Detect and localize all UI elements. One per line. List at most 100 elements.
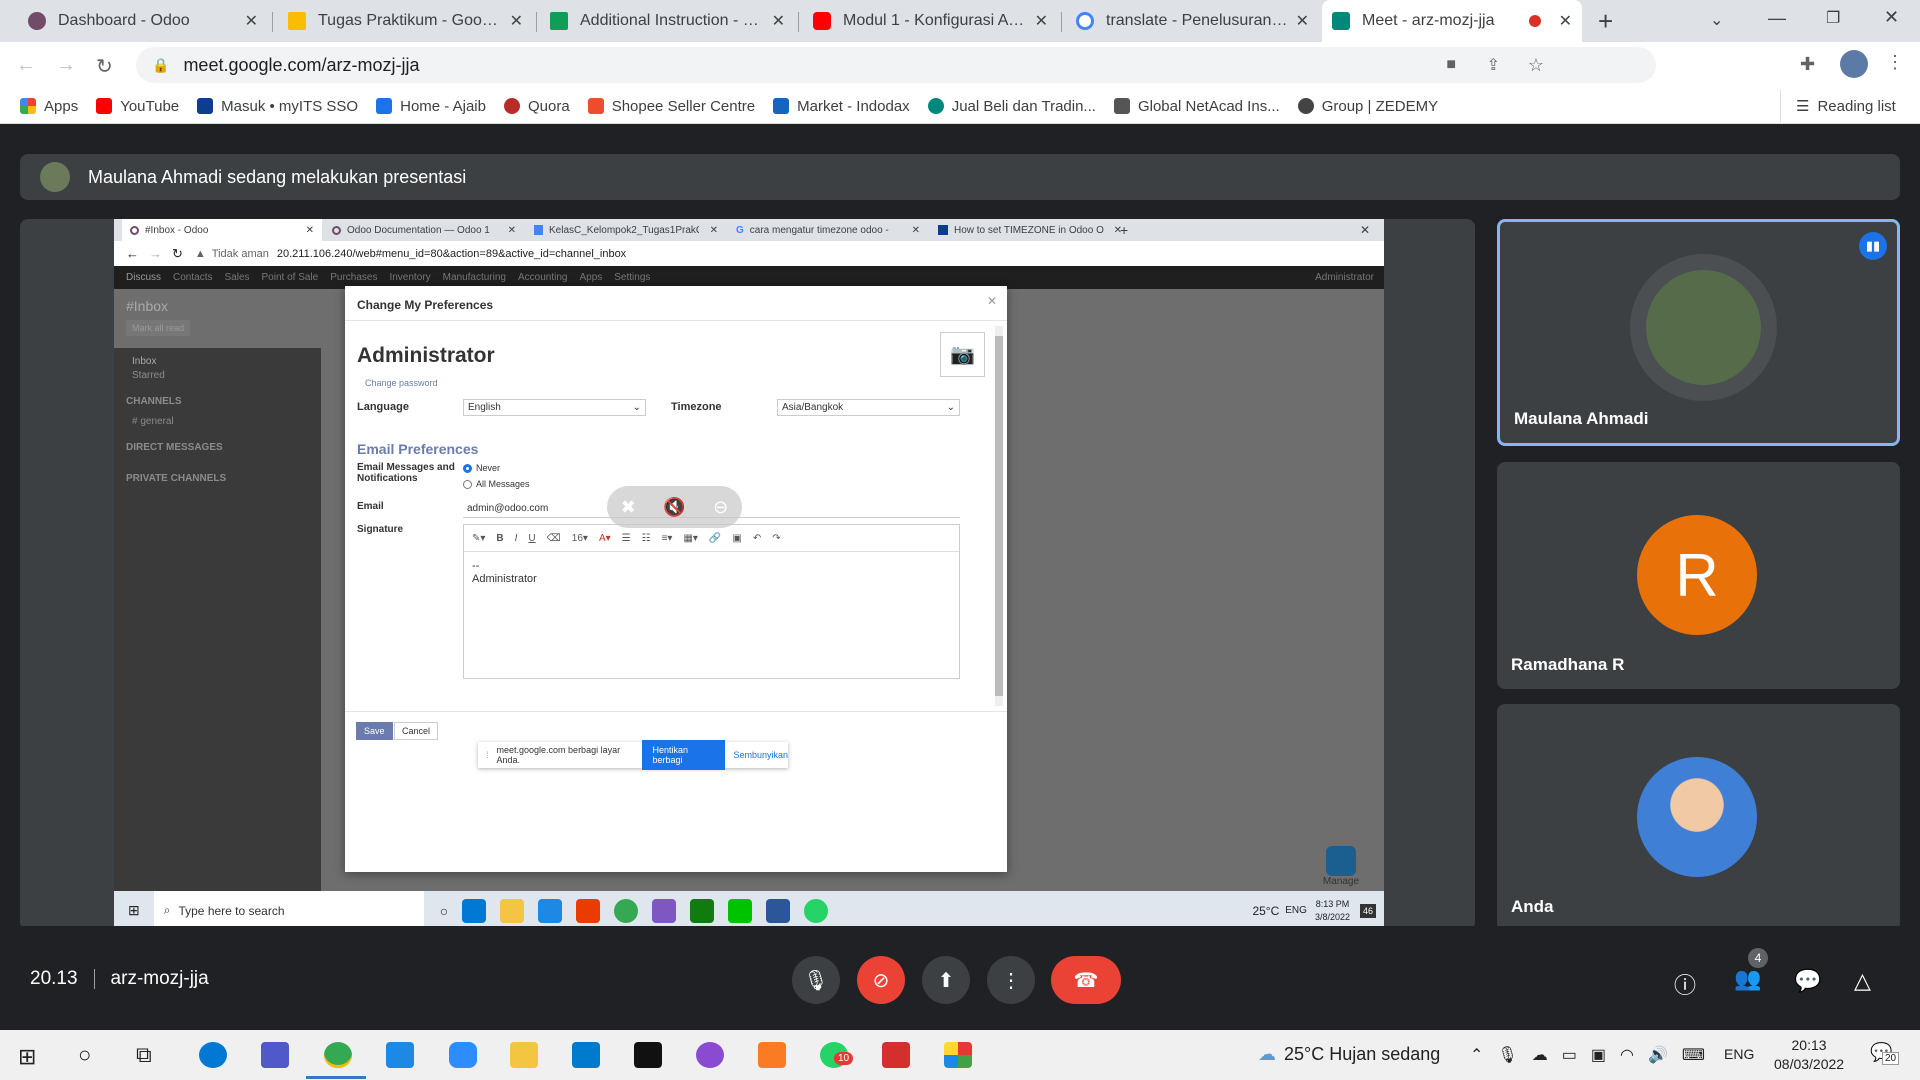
activities-icon[interactable]: △ [1854,968,1871,994]
bookmark-myits[interactable]: Masuk • myITS SSO [197,98,358,115]
close-icon[interactable]: ✕ [1035,11,1048,31]
close-icon[interactable]: ✕ [1296,11,1309,31]
acrobat-icon[interactable] [882,1042,910,1068]
language-select[interactable]: English ⌄ [463,399,646,416]
task-view-icon[interactable]: ⧉ [136,1042,152,1068]
bullet-list-icon[interactable]: ☰ [622,533,631,544]
reload-icon[interactable]: ↻ [96,54,113,79]
font-size-select[interactable]: 16▾ [572,533,588,544]
timezone-select[interactable]: Asia/Bangkok ⌄ [777,399,960,416]
close-icon[interactable]: ✕ [1559,11,1572,31]
close-icon[interactable]: ✕ [772,11,785,31]
extensions-icon[interactable]: ✚ [1800,54,1815,75]
radio-all[interactable]: All Messages [463,479,530,489]
tab-additional-instruction[interactable]: Additional Instruction - Goo ✕ [540,0,795,42]
stop-sharing-button[interactable]: Hentikan berbagi [642,740,726,770]
redo-icon[interactable]: ↷ [772,533,780,544]
tab-modul-1[interactable]: Modul 1 - Konfigurasi Awal ✕ [803,0,1058,42]
align-icon[interactable]: ≡▾ [662,533,673,544]
participant-tile-self[interactable]: Anda [1497,704,1900,931]
xampp-icon[interactable] [758,1042,786,1068]
bookmark-jual-beli[interactable]: Jual Beli dan Tradin... [927,98,1096,115]
chrome-icon[interactable] [324,1042,352,1068]
drag-handle-icon[interactable]: ⁞ [486,750,489,760]
notification-center[interactable]: 💬 20 [1870,1042,1900,1065]
teams-icon[interactable] [261,1042,289,1068]
keyboard-icon[interactable]: ⌨ [1682,1045,1705,1065]
participant-tile-maulana[interactable]: ▮▮ Maulana Ahmadi [1497,219,1900,446]
present-button[interactable]: ⬆ [922,956,970,1004]
microphone-button[interactable]: 🎙 [792,956,840,1004]
tab-search-icon[interactable]: ⌄ [1710,10,1723,30]
clock[interactable]: 20:13 08/03/2022 [1774,1036,1844,1074]
underline-icon[interactable]: U [528,533,535,544]
onedrive-icon[interactable]: ☁ [1532,1045,1548,1065]
numbered-list-icon[interactable]: ☷ [642,533,651,544]
undo-icon[interactable]: ↶ [753,533,761,544]
window-close-button[interactable]: ✕ [1884,7,1899,28]
change-password-link[interactable]: Change password [365,378,438,388]
vscode-icon[interactable] [572,1042,600,1068]
bookmark-shopee[interactable]: Shopee Seller Centre [587,98,755,115]
chat-icon[interactable]: 💬 [1794,968,1821,994]
remove-icon[interactable]: ⊖ [713,497,728,518]
chevron-up-icon[interactable]: ⌃ [1470,1045,1483,1065]
minimize-button[interactable]: — [1768,8,1786,29]
camera-icon[interactable]: ■ [1446,56,1456,74]
close-icon[interactable]: ✕ [510,11,523,31]
dialog-close-icon[interactable]: ✕ [987,294,997,308]
mute-icon[interactable]: 🔇 [663,497,685,518]
save-button[interactable]: Save [356,722,393,740]
windows-start-icon[interactable]: ⊞ [18,1044,36,1070]
edge-icon[interactable] [199,1042,227,1068]
language-indicator[interactable]: ENG [1724,1046,1754,1062]
participant-tile-ramadhana[interactable]: R Ramadhana R [1497,462,1900,689]
eraser-icon[interactable]: ⌫ [547,533,561,544]
link-icon[interactable]: 🔗 [709,533,721,544]
avatar-placeholder-icon[interactable]: 📷 [940,332,985,377]
image-icon[interactable]: ▣ [732,533,741,544]
whatsapp-icon[interactable]: 10 [820,1042,854,1068]
info-icon[interactable]: ⓘ [1674,968,1696,1000]
volume-icon[interactable]: 🔊 [1648,1045,1668,1065]
star-icon[interactable]: ☆ [1528,55,1544,76]
battery-icon[interactable]: ▭ [1562,1045,1577,1065]
hide-button[interactable]: Sembunyikan [733,750,788,760]
bookmark-quora[interactable]: Quora [503,98,570,115]
back-icon[interactable]: ← [16,54,36,77]
dialog-scrollbar[interactable] [995,326,1003,706]
more-options-button[interactable]: ⋮ [987,956,1035,1004]
table-icon[interactable]: ▦▾ [683,533,697,544]
mail-icon[interactable] [386,1042,414,1068]
style-icon[interactable]: ✎▾ [472,533,485,544]
display-icon[interactable]: ▣ [1591,1045,1606,1065]
leave-call-button[interactable]: ☎ [1051,956,1121,1004]
forward-icon[interactable]: → [56,54,76,77]
file-explorer-icon[interactable] [510,1042,538,1068]
winrar-icon[interactable] [944,1042,972,1068]
italic-icon[interactable]: I [515,533,518,544]
microphone-icon[interactable]: 🎙 [1497,1045,1517,1065]
cancel-button[interactable]: Cancel [394,722,439,740]
pin-off-icon[interactable]: ✖ [621,497,636,518]
restore-button[interactable]: ❐ [1826,8,1840,28]
zoom-icon[interactable] [449,1042,477,1068]
bookmark-netacad[interactable]: Global NetAcad Ins... [1113,98,1280,115]
reading-list[interactable]: ☰ Reading list [1796,97,1896,116]
wifi-icon[interactable]: ◠ [1620,1045,1634,1065]
color-icon[interactable]: A▾ [599,533,611,544]
search-icon[interactable]: ○ [78,1042,91,1068]
share-icon[interactable]: ⇪ [1487,55,1500,75]
close-icon[interactable]: ✕ [245,11,258,31]
people-button[interactable]: 👥 4 [1734,948,1768,992]
bookmark-ajaib[interactable]: Home - Ajaib [376,98,486,115]
profile-avatar[interactable] [1840,50,1868,78]
tab-dashboard-odoo[interactable]: Dashboard - Odoo ✕ [18,0,268,42]
bold-icon[interactable]: B [496,533,503,544]
tab-meet[interactable]: Meet - arz-mozj-jja ✕ [1322,0,1582,42]
menu-icon[interactable]: ⋮ [1886,52,1904,73]
bookmark-indodax[interactable]: Market - Indodax [773,98,910,115]
weather-widget[interactable]: ☁ 25°C Hujan sedang [1258,1044,1440,1065]
camera-off-button[interactable]: ⊘ [857,956,905,1004]
tab-translate[interactable]: translate - Penelusuran Goo ✕ [1066,0,1319,42]
